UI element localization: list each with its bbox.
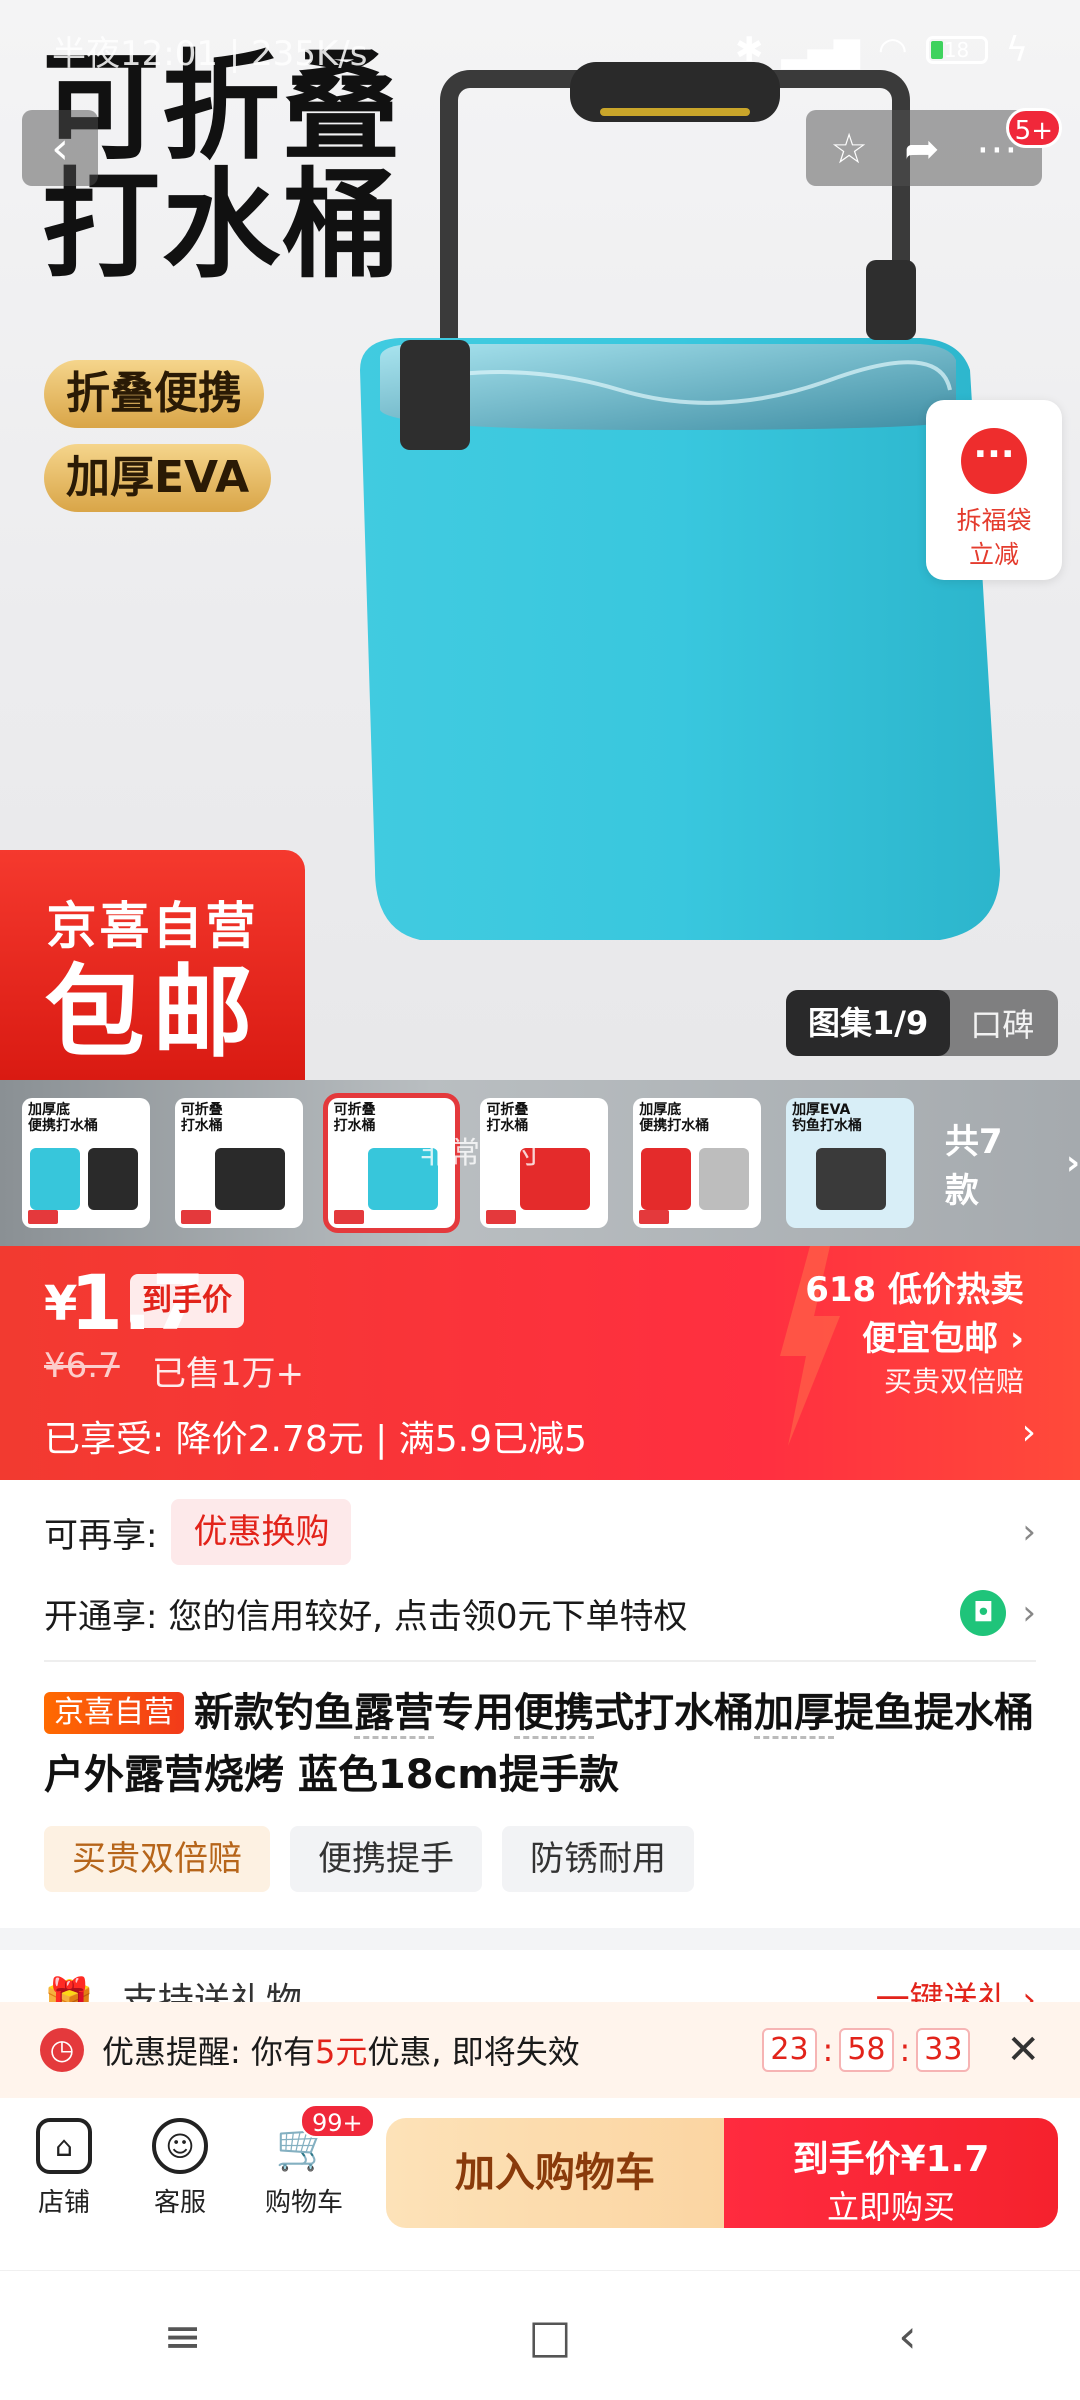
- share-icon[interactable]: ➦: [904, 124, 939, 173]
- feature-badge: 加厚EVA: [44, 444, 272, 512]
- variant-thumb[interactable]: 加厚底 便携打水桶: [22, 1098, 150, 1228]
- shop-icon: ⌂: [36, 2118, 92, 2174]
- variant-thumb[interactable]: 加厚EVA 钓鱼打水桶: [786, 1098, 914, 1228]
- chip-rustproof[interactable]: 防锈耐用: [502, 1826, 694, 1892]
- buy-now-button[interactable]: 到手价¥1.7 立即购买: [724, 2118, 1058, 2228]
- menu-icon[interactable]: ≡: [163, 2309, 202, 2363]
- thumb-overlay-text: 非常专付: [420, 1136, 540, 1171]
- chip-double-refund[interactable]: 买贵双倍赔: [44, 1826, 270, 1892]
- final-price-tag: 到手价: [130, 1274, 244, 1328]
- back-button[interactable]: ‹: [22, 110, 98, 186]
- variant-thumb[interactable]: 可折叠 打水桶: [174, 1098, 303, 1228]
- clock-icon: ◷: [40, 2028, 84, 2072]
- add-to-cart-button[interactable]: 加入购物车: [386, 2118, 724, 2228]
- discount-detail[interactable]: 已享受: 降价2.78元 | 满5.9已减5: [44, 1410, 587, 1462]
- back-icon[interactable]: ‹: [898, 2309, 916, 2363]
- wifi-icon: ◠: [877, 30, 908, 70]
- message-badge: 5+: [1005, 108, 1062, 148]
- smile-icon: ☺: [152, 2118, 208, 2174]
- coupon-reminder-bar: ◷ 优惠提醒: 你有 5元 优惠, 即将失效 23: 58: 33 ✕: [0, 2002, 1080, 2098]
- price-banner: ¥ 1.7 到手价 ¥6.7 已售1万+ 已享受: 降价2.78元 | 满5.9…: [0, 1246, 1080, 1480]
- product-chips: 买贵双倍赔 便携提手 防锈耐用: [44, 1826, 694, 1892]
- home-icon[interactable]: □: [528, 2309, 571, 2363]
- charging-icon: ϟ: [1005, 30, 1028, 70]
- variant-thumb[interactable]: 加厚底 便携打水桶: [633, 1098, 762, 1228]
- chevron-right-icon: ›: [1066, 1143, 1080, 1183]
- original-price: ¥6.7: [44, 1346, 120, 1386]
- coupon-swap-tag[interactable]: 优惠换购: [171, 1499, 352, 1565]
- chevron-right-icon[interactable]: ›: [1022, 1412, 1036, 1453]
- product-title: 京喜自营 新款钓鱼露营专用便携式打水桶加厚提鱼提水桶户外露营烧烤 蓝色18cm提手…: [44, 1690, 1034, 1798]
- section-gap: [0, 1928, 1080, 1950]
- signal-icon: ▂▄▆: [781, 30, 860, 70]
- promo-info[interactable]: 618 低价热卖 便宜包邮 › 买贵双倍赔: [805, 1262, 1024, 1400]
- chevron-right-icon: ›: [1022, 1512, 1036, 1552]
- countdown-timer: 23: 58: 33: [762, 2028, 971, 2072]
- tab-gallery[interactable]: 图集1/9: [786, 990, 951, 1056]
- more-dots-icon: ···: [961, 428, 1027, 494]
- battery-icon: 18: [925, 36, 988, 64]
- shopping-bag-icon: ◘: [960, 1590, 1007, 1636]
- jd-self-operated-tag: 京喜自营: [44, 1692, 184, 1734]
- chip-portable[interactable]: 便携提手: [290, 1826, 482, 1892]
- lucky-bag-widget[interactable]: ··· 拆福袋 立减: [926, 400, 1062, 580]
- coupon-row[interactable]: 可再享: 优惠换购 ›: [44, 1490, 1036, 1574]
- bucket-clip-graphic: [400, 340, 470, 450]
- variant-thumbnails: 加厚底 便携打水桶 可折叠 打水桶 可折叠 打水桶 可折叠 打水桶 加厚底 便携打水桶 加…: [0, 1080, 1080, 1246]
- close-icon[interactable]: ✕: [1006, 2027, 1040, 2073]
- jd-self-operated-badge: 京喜自营 包邮: [0, 850, 305, 1080]
- bluetooth-icon: ✱: [734, 30, 764, 70]
- all-variants-link[interactable]: 共7款: [945, 1114, 1035, 1212]
- star-icon[interactable]: ☆: [830, 124, 868, 173]
- status-time: 半夜12:01 | 235K/s: [52, 33, 368, 74]
- gallery-switcher: 图集1/9 口碑: [786, 990, 1058, 1056]
- system-nav-bar: ≡ □ ‹: [0, 2270, 1080, 2400]
- bucket-clip-graphic: [866, 260, 916, 340]
- tab-reviews[interactable]: 口碑: [950, 1000, 1054, 1046]
- shop-button[interactable]: ⌂ 店铺: [14, 2118, 114, 2219]
- customer-service-button[interactable]: ☺ 客服: [130, 2118, 230, 2219]
- divider: [44, 1660, 1036, 1662]
- sold-count: 已售1万+: [152, 1354, 305, 1394]
- chevron-left-icon: ‹: [51, 122, 69, 174]
- cart-count-badge: 99+: [300, 2104, 375, 2138]
- status-bar: 半夜12:01 | 235K/s ✱ ▂▄▆ ◠ 18 ϟ: [0, 0, 1080, 100]
- product-image-carousel[interactable]: 半夜12:01 | 235K/s ✱ ▂▄▆ ◠ 18 ϟ 可折叠 打水桶 折叠…: [0, 0, 1080, 1080]
- feature-badge: 折叠便携: [44, 360, 264, 428]
- credit-row[interactable]: 开通享: 您的信用较好, 点击领0元下单特权 ◘ ›: [44, 1576, 1036, 1650]
